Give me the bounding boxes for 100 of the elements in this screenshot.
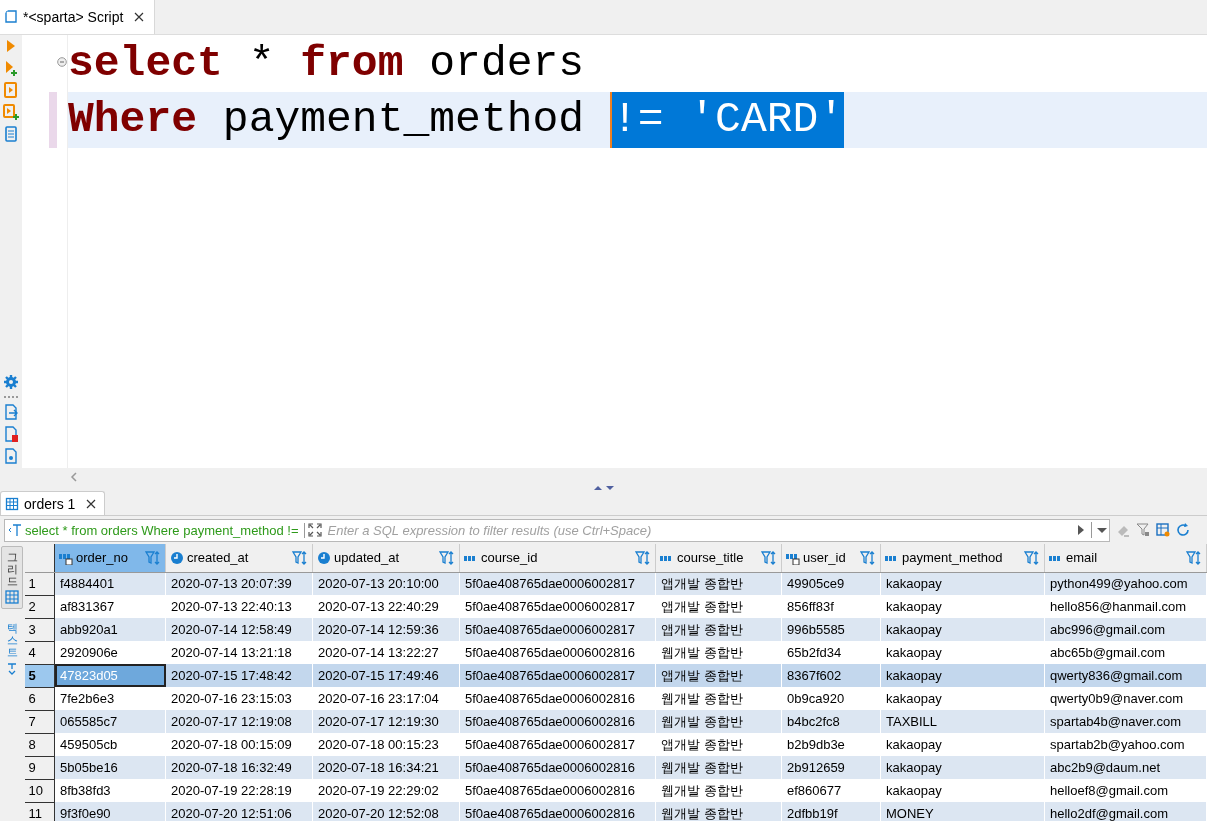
table-cell: abc996@gmail.com xyxy=(1044,618,1207,641)
table-cell: 앱개발 종합반 xyxy=(655,572,782,595)
table-cell: 65b2fd34 xyxy=(781,641,881,664)
view-tab[interactable]: 텍스트 xyxy=(1,617,24,681)
table-cell: 0b9ca920 xyxy=(781,687,881,710)
table-cell: 웹개발 종합반 xyxy=(655,779,782,802)
table-cell: 065585c7 xyxy=(54,710,166,733)
row-number[interactable]: 4 xyxy=(24,641,55,664)
table-cell: abc2b9@daum.net xyxy=(1044,756,1207,779)
filter-sort-icon[interactable] xyxy=(1024,549,1040,566)
table-cell: 5f0ae408765dae0006002816 xyxy=(459,641,656,664)
expand-icon[interactable] xyxy=(308,523,323,537)
row-number[interactable]: 1 xyxy=(24,572,55,595)
row-number[interactable]: 9 xyxy=(24,756,55,779)
table-cell: 5f0ae408765dae0006002816 xyxy=(459,756,656,779)
row-number[interactable]: 6 xyxy=(24,687,55,710)
table-cell: 웹개발 종합반 xyxy=(655,641,782,664)
table-cell: 5f0ae408765dae0006002816 xyxy=(459,802,656,821)
run-new-tab-icon[interactable] xyxy=(3,60,19,76)
table-cell: 앱개발 종합반 xyxy=(655,733,782,756)
table-cell: 웹개발 종합반 xyxy=(655,802,782,821)
table-cell: kakaopay xyxy=(880,641,1045,664)
column-header[interactable]: email xyxy=(1044,544,1207,572)
view-tab[interactable]: 그리드 xyxy=(1,546,24,610)
column-header[interactable]: user_id xyxy=(781,544,881,572)
table-cell: 2020-07-14 13:22:27 xyxy=(312,641,460,664)
column-header[interactable]: created_at xyxy=(165,544,313,572)
table-cell: 5f0ae408765dae0006002817 xyxy=(459,618,656,641)
row-number[interactable]: 3 xyxy=(24,618,55,641)
table-cell: abb920a1 xyxy=(54,618,166,641)
row-number[interactable]: 10 xyxy=(24,779,55,802)
clock-icon xyxy=(317,550,331,565)
table-cell: TAXBILL xyxy=(880,710,1045,733)
table-cell: 47823d05 xyxy=(54,664,166,687)
table-cell: qwerty836@gmail.com xyxy=(1044,664,1207,687)
code-line: select * from orders xyxy=(68,38,586,90)
refresh-icon[interactable] xyxy=(1176,523,1190,537)
table-cell: kakaopay xyxy=(880,779,1045,802)
table-cell: spartab2b@yahoo.com xyxy=(1044,733,1207,756)
file-variable-icon[interactable] xyxy=(3,448,19,464)
row-number[interactable]: 8 xyxy=(24,733,55,756)
table-cell: 2020-07-18 16:34:21 xyxy=(312,756,460,779)
sql-text-icon xyxy=(8,523,22,537)
table-cell: b4bc2fc8 xyxy=(781,710,881,733)
column-header[interactable]: course_id xyxy=(459,544,656,572)
column-header[interactable]: updated_at xyxy=(312,544,460,572)
table-cell: b2b9db3e xyxy=(781,733,881,756)
script-run-icon[interactable] xyxy=(3,82,19,98)
filter-sort-icon[interactable] xyxy=(439,549,455,566)
table-cell: kakaopay xyxy=(880,733,1045,756)
table-cell: abc65b@gmail.com xyxy=(1044,641,1207,664)
script-run-new-tab-icon[interactable] xyxy=(3,104,19,120)
table-cell: python499@yahoo.com xyxy=(1044,572,1207,595)
row-number[interactable]: 5 xyxy=(24,664,55,687)
filter-sort-icon[interactable] xyxy=(1186,549,1202,566)
filter-sort-icon[interactable] xyxy=(292,549,308,566)
column-header[interactable]: payment_method xyxy=(880,544,1045,572)
editor-tab[interactable]: *<sparta> Script xyxy=(0,0,156,34)
table-cell: 2020-07-19 22:29:02 xyxy=(312,779,460,802)
filter-settings-icon[interactable] xyxy=(1136,523,1150,537)
table-cell: 2020-07-17 12:19:30 xyxy=(312,710,460,733)
table-cell: 7fe2b6e3 xyxy=(54,687,166,710)
export-icon[interactable] xyxy=(3,404,19,420)
table-cell: 2020-07-13 20:10:00 xyxy=(312,572,460,595)
table-cell: 5b05be16 xyxy=(54,756,166,779)
column-header[interactable]: course_title xyxy=(655,544,782,572)
table-cell: 5f0ae408765dae0006002817 xyxy=(459,664,656,687)
settings-icon[interactable] xyxy=(3,374,19,390)
table-icon xyxy=(5,496,19,511)
table-cell: 2020-07-15 17:48:42 xyxy=(165,664,313,687)
row-number[interactable]: 7 xyxy=(24,710,55,733)
row-number[interactable]: 11 xyxy=(24,802,55,821)
fold-icon[interactable] xyxy=(57,57,67,67)
row-number[interactable]: 2 xyxy=(24,595,55,618)
filter-sort-icon[interactable] xyxy=(635,549,651,566)
table-cell: 2020-07-16 23:17:04 xyxy=(312,687,460,710)
table-cell: 2020-07-18 00:15:09 xyxy=(165,733,313,756)
table-cell: 9f3f0e90 xyxy=(54,802,166,821)
scroll-left-icon[interactable] xyxy=(70,471,78,482)
table-cell: 2020-07-14 12:58:49 xyxy=(165,618,313,641)
results-tab[interactable]: orders 1 xyxy=(0,491,106,515)
filter-sort-icon[interactable] xyxy=(145,549,161,566)
filter-input[interactable]: Enter a SQL expression to filter results (use Ctrl+Space) xyxy=(325,522,1071,538)
table-cell: 웹개발 종합반 xyxy=(655,756,782,779)
table-cell: 2020-07-16 23:15:03 xyxy=(165,687,313,710)
file-error-icon[interactable] xyxy=(3,426,19,442)
filter-sort-icon[interactable] xyxy=(761,549,777,566)
table-cell: 2020-07-13 22:40:29 xyxy=(312,595,460,618)
table-cell: 2020-07-15 17:49:46 xyxy=(312,664,460,687)
table-cell: 2020-07-19 22:28:19 xyxy=(165,779,313,802)
column-header[interactable]: order_no xyxy=(54,544,166,572)
filter-field[interactable]: select * from orders Where payment_method != Enter a SQL expression to filter results (use Ctrl+Space) xyxy=(4,518,1110,542)
table-cell: spartab4b@naver.com xyxy=(1044,710,1207,733)
table-cell: 2020-07-20 12:52:08 xyxy=(312,802,460,821)
table-cell: 앱개발 종합반 xyxy=(655,595,782,618)
table-settings-icon[interactable] xyxy=(1156,523,1170,537)
table-cell: kakaopay xyxy=(880,572,1045,595)
table-cell: 2020-07-13 22:40:13 xyxy=(165,595,313,618)
table-cell: ef860677 xyxy=(781,779,881,802)
filter-sort-icon[interactable] xyxy=(860,549,876,566)
